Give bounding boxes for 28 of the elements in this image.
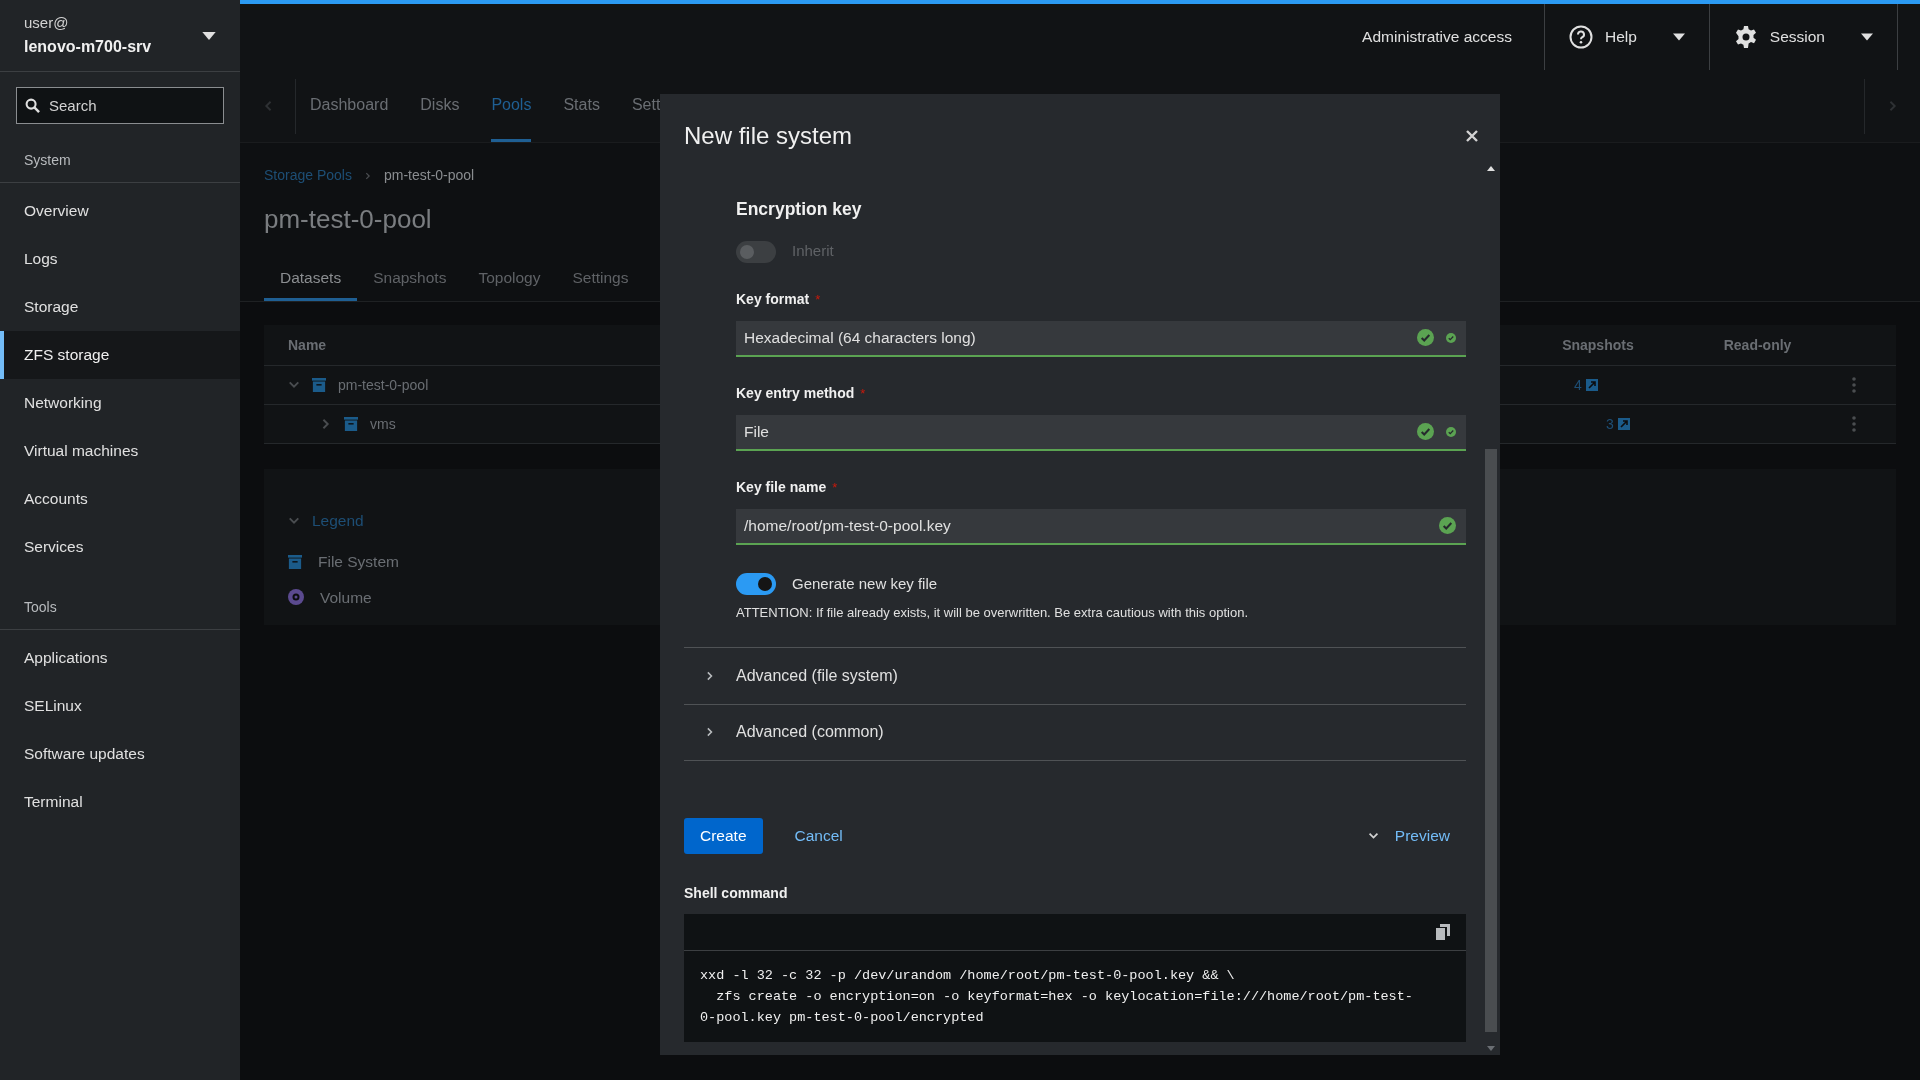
dataset-name: vms <box>370 414 396 434</box>
dialog-title: New file system <box>684 121 853 151</box>
column-header: Read-only <box>1723 335 1792 355</box>
column-header: Name <box>288 335 327 355</box>
code-line: zfs create -o encryption=on -o keyformat=hex -o keylocation=file:///home/root/pm-test- <box>715 987 1414 1006</box>
column-header: Snapshots <box>1562 335 1634 355</box>
section-heading: Encryption key <box>736 198 863 221</box>
toggle-label: Generate new key file <box>792 573 938 594</box>
legend-label: File System <box>318 552 399 573</box>
field-label: Key entry method <box>736 383 855 403</box>
field-label: Key file name <box>736 477 827 497</box>
toggle-label: Inherit <box>792 241 834 262</box>
nav-section-heading: Tools <box>24 599 57 615</box>
shell-command-label: Shell command <box>684 883 789 903</box>
dataset-name: pm-test-0-pool <box>338 375 429 395</box>
breadcrumb-current: pm-test-0-pool <box>383 166 475 185</box>
required-marker-icon: * <box>815 289 821 309</box>
legend-label: Volume <box>320 587 372 608</box>
nav-section-heading: System <box>24 152 71 168</box>
user-name: user@ <box>24 13 70 34</box>
warning-text: ATTENTION: If file already exists, it will be overwritten. Be extra cautious with this option. <box>736 604 1249 623</box>
code-line: xxd -l 32 -c 32 -p /dev/urandom /home/root/pm-test-0-pool.key && \ <box>700 966 1236 985</box>
required-marker-icon: * <box>832 477 838 497</box>
host-name: lenovo-m700-srv <box>24 36 152 57</box>
field-label: Key format <box>736 289 810 309</box>
required-marker-icon: * <box>860 383 866 403</box>
code-line: 0-pool.key pm-test-0-pool/encrypted <box>700 1008 985 1027</box>
page-title: pm-test-0-pool <box>264 203 432 236</box>
